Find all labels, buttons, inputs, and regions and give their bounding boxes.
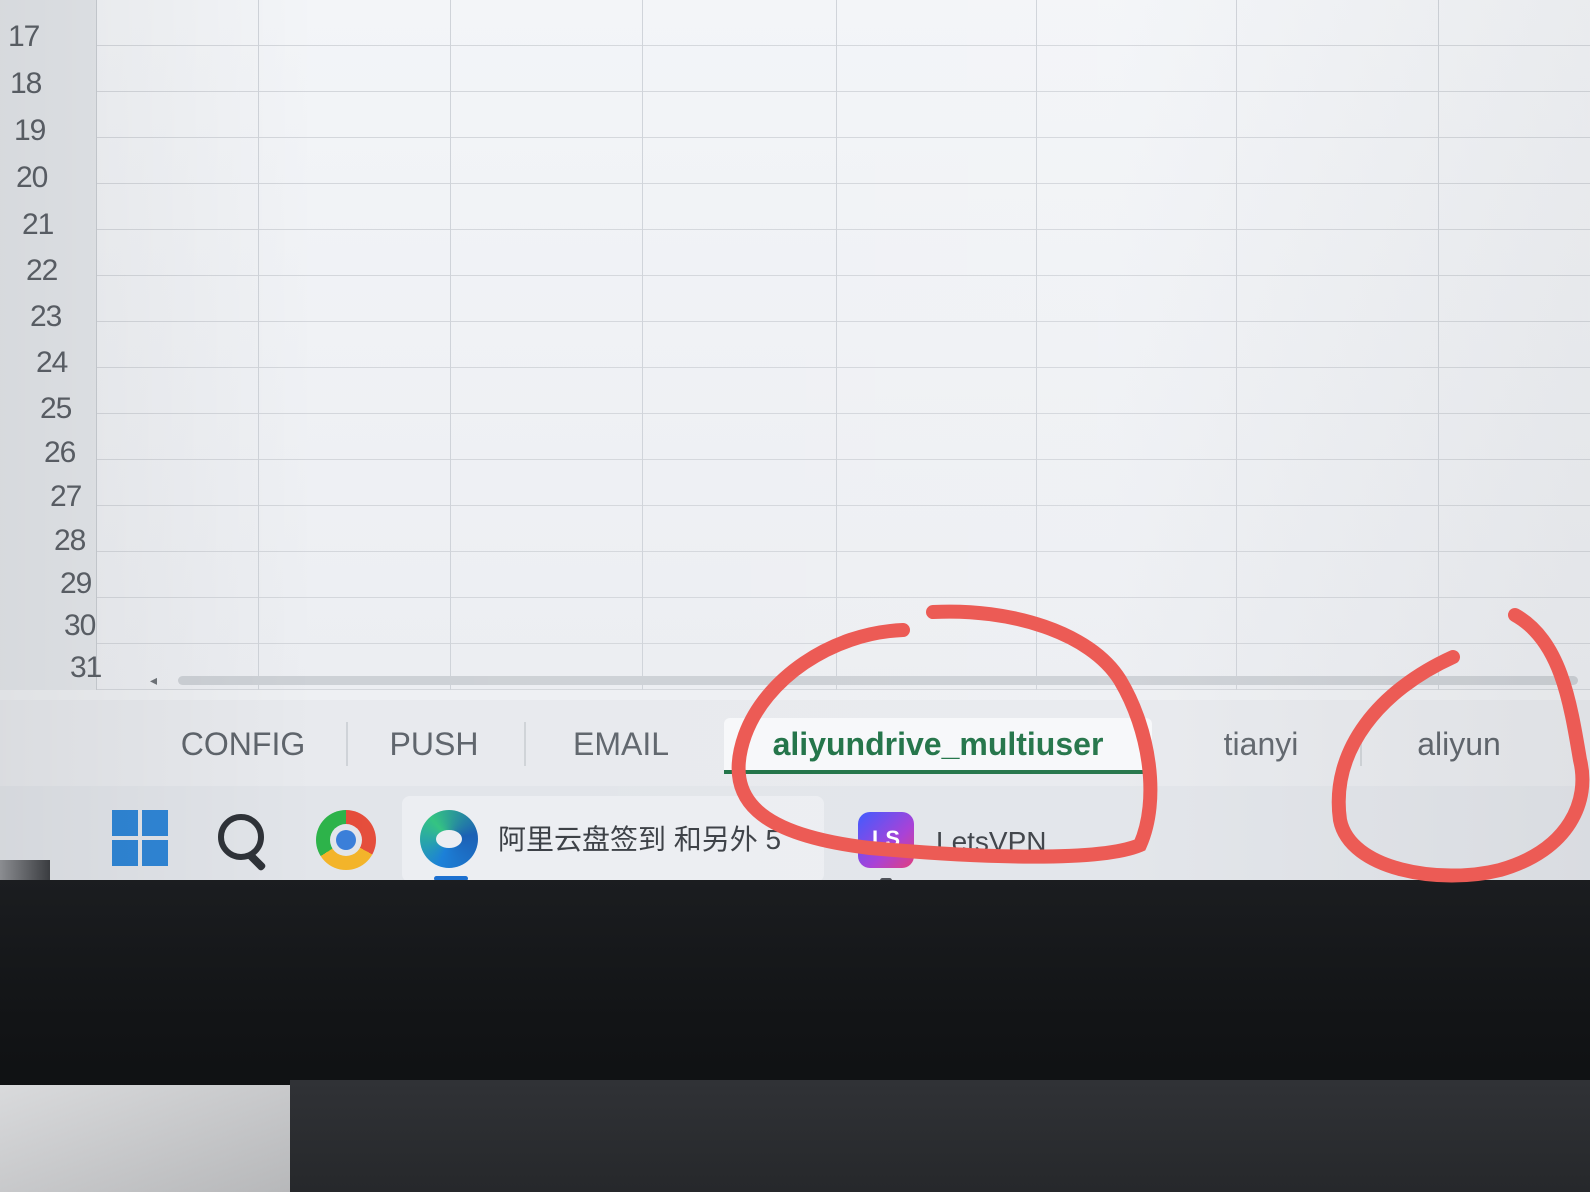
tab-separator [524, 722, 526, 766]
scrollbar-thumb[interactable] [178, 676, 1578, 685]
tab-separator [346, 722, 348, 766]
row-number[interactable]: 23 [30, 300, 120, 334]
browser-taskbar-item[interactable]: 阿里云盘签到 和另外 5 [402, 796, 824, 882]
row-number[interactable]: 25 [40, 392, 130, 426]
column-divider [642, 0, 643, 690]
row-number[interactable]: 31 [70, 651, 160, 685]
row-number[interactable]: 29 [60, 567, 150, 601]
sheet-tab-bar: CONFIG PUSH EMAIL aliyundrive_multiuser … [0, 700, 1590, 786]
row-number[interactable]: 22 [26, 254, 116, 288]
vpn-taskbar-label: LetsVPN [936, 826, 1047, 857]
horizontal-scrollbar[interactable]: ◂ [150, 672, 1580, 688]
tab-aliyundrive-multiuser[interactable]: aliyundrive_multiuser [724, 718, 1152, 774]
tab-tianyi[interactable]: tianyi [1196, 718, 1326, 770]
laptop-keyboard-deck [290, 1080, 1590, 1192]
row-number[interactable]: 19 [14, 114, 104, 148]
browser-window-title: 阿里云盘签到 和另外 5 [498, 824, 782, 855]
laptop-screen: 17 18 19 20 21 22 23 24 25 26 27 28 29 3… [0, 0, 1590, 890]
app-orb-icon[interactable] [316, 810, 376, 870]
tab-push[interactable]: PUSH [370, 718, 498, 770]
row-number[interactable]: 18 [10, 67, 100, 101]
column-divider [1236, 0, 1237, 690]
spreadsheet-grid[interactable]: 17 18 19 20 21 22 23 24 25 26 27 28 29 3… [0, 0, 1590, 690]
scroll-left-arrow-icon[interactable]: ◂ [150, 672, 157, 689]
row-number[interactable]: 27 [50, 480, 140, 514]
row-number[interactable]: 20 [16, 161, 106, 195]
tab-config[interactable]: CONFIG [160, 718, 326, 770]
column-divider [1036, 0, 1037, 690]
row-number[interactable]: 26 [44, 436, 134, 470]
column-divider [1438, 0, 1439, 690]
desk-surface [0, 1085, 290, 1192]
tab-aliyun[interactable]: aliyun [1384, 718, 1534, 770]
row-number[interactable]: 21 [22, 208, 112, 242]
edge-icon [420, 810, 478, 868]
tab-separator [1360, 722, 1362, 766]
row-number[interactable]: 17 [8, 20, 98, 54]
windows-logo-icon[interactable] [112, 810, 168, 866]
row-number[interactable]: 24 [36, 346, 126, 380]
search-icon[interactable] [216, 812, 272, 872]
letsvpn-icon[interactable] [858, 812, 914, 868]
row-number[interactable]: 28 [54, 524, 144, 558]
column-divider [258, 0, 259, 690]
taskbar: 阿里云盘签到 和另外 5 LetsVPN [0, 786, 1590, 890]
column-divider [450, 0, 451, 690]
tab-email[interactable]: EMAIL [550, 718, 692, 770]
row-header-column: 17 18 19 20 21 22 23 24 25 26 27 28 29 3… [0, 0, 102, 690]
row-number[interactable]: 30 [64, 609, 154, 643]
column-divider [836, 0, 837, 690]
